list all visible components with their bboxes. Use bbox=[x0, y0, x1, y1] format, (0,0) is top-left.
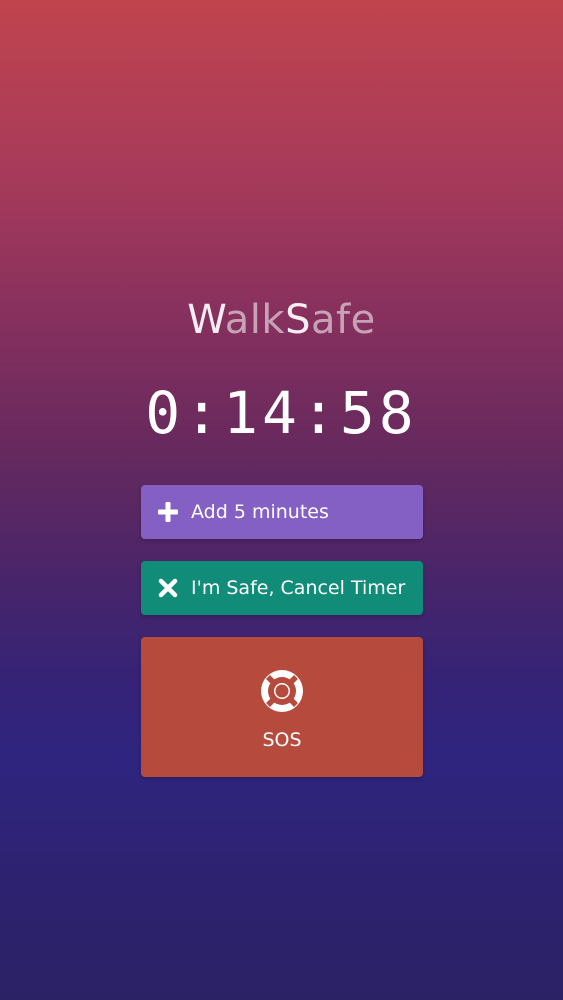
app-title-part: afe bbox=[310, 297, 376, 343]
cancel-timer-button[interactable]: I'm Safe, Cancel Timer bbox=[141, 561, 423, 615]
app-title: WalkSafe bbox=[0, 296, 563, 344]
plus-icon bbox=[155, 499, 181, 525]
countdown-timer: 0:14:58 bbox=[145, 379, 418, 447]
app-title-part: S bbox=[285, 297, 311, 343]
lifebuoy-icon bbox=[260, 669, 304, 713]
close-icon bbox=[155, 575, 181, 601]
app-title-part: W bbox=[187, 297, 225, 343]
sos-button[interactable]: SOS bbox=[141, 637, 423, 777]
add-5-minutes-button[interactable]: Add 5 minutes bbox=[141, 485, 423, 539]
app-title-part: alk bbox=[224, 297, 286, 343]
app-screen: WalkSafe 0:14:58 Add 5 minutes I'm Safe,… bbox=[0, 0, 563, 1000]
cancel-timer-label: I'm Safe, Cancel Timer bbox=[191, 577, 406, 599]
add-5-minutes-label: Add 5 minutes bbox=[191, 501, 329, 523]
sos-label: SOS bbox=[262, 729, 302, 751]
